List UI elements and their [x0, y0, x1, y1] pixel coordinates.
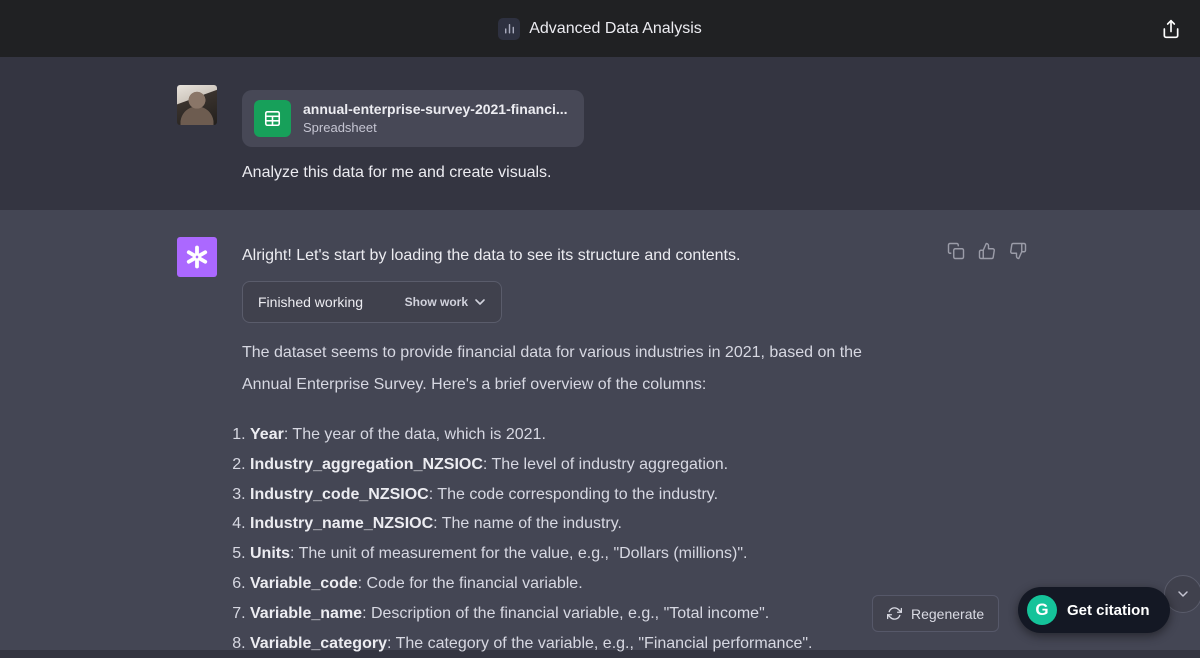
chevron-down-icon	[472, 294, 488, 310]
thumbs-down-button[interactable]	[1009, 242, 1027, 260]
list-item: Units: The unit of measurement for the v…	[250, 539, 921, 569]
regenerate-label: Regenerate	[911, 606, 984, 622]
share-icon	[1161, 19, 1181, 39]
column-desc: : The level of industry aggregation.	[483, 456, 728, 473]
column-term: Variable_code	[250, 575, 358, 592]
column-term: Variable_name	[250, 605, 362, 622]
chevron-down-icon	[1175, 586, 1191, 602]
column-desc: : The year of the data, which is 2021.	[284, 426, 546, 443]
assistant-intro-text: Alright! Let's start by loading the data…	[242, 244, 892, 268]
openai-knot-icon	[184, 244, 210, 270]
column-desc: : Description of the financial variable,…	[362, 605, 769, 622]
column-desc: : The code corresponding to the industry…	[429, 486, 718, 503]
assistant-avatar	[177, 237, 217, 277]
column-desc: : Code for the financial variable.	[358, 575, 583, 592]
get-citation-label: Get citation	[1067, 602, 1150, 619]
column-desc: : The unit of measurement for the value,…	[290, 545, 747, 562]
column-term: Units	[250, 545, 290, 562]
attachment-filetype: Spreadsheet	[303, 120, 377, 135]
user-message: annual-enterprise-survey-2021-financi...…	[0, 57, 1200, 210]
assistant-message: Alright! Let's start by loading the data…	[0, 210, 1200, 650]
overview-paragraph: The dataset seems to provide financial d…	[242, 337, 910, 401]
spreadsheet-icon	[254, 100, 291, 137]
column-term: Industry_aggregation_NZSIOC	[250, 456, 483, 473]
share-button[interactable]	[1158, 16, 1184, 42]
column-term: Industry_code_NZSIOC	[250, 486, 429, 503]
message-actions	[947, 242, 1027, 260]
list-item: Variable_name: Description of the financ…	[250, 599, 921, 629]
list-item: Industry_code_NZSIOC: The code correspon…	[250, 480, 921, 510]
status-label: Finished working	[258, 294, 363, 310]
show-work-label: Show work	[405, 295, 468, 309]
page-title: Advanced Data Analysis	[498, 18, 702, 40]
attachment-meta: annual-enterprise-survey-2021-financi...…	[303, 101, 572, 137]
thumbs-up-button[interactable]	[978, 242, 996, 260]
attachment-filename: annual-enterprise-survey-2021-financi...	[303, 101, 568, 117]
list-item: Year: The year of the data, which is 202…	[250, 420, 921, 450]
page-title-label: Advanced Data Analysis	[529, 20, 702, 38]
column-term: Year	[250, 426, 284, 443]
column-term: Industry_name_NZSIOC	[250, 515, 433, 532]
list-item: Variable_code: Code for the financial va…	[250, 569, 921, 599]
thumb-down-icon	[1009, 242, 1027, 260]
column-desc: : The category of the variable, e.g., "F…	[387, 635, 813, 652]
show-work-control: Show work	[405, 294, 488, 310]
refresh-icon	[887, 606, 902, 621]
regenerate-button[interactable]: Regenerate	[872, 595, 999, 632]
clipboard-icon	[947, 242, 965, 260]
column-term: Variable_category	[250, 635, 387, 652]
get-citation-button[interactable]: G Get citation	[1018, 587, 1170, 633]
finished-working-toggle[interactable]: Finished working Show work	[242, 281, 502, 323]
advanced-data-analysis-icon	[498, 18, 520, 40]
columns-list: Year: The year of the data, which is 202…	[221, 420, 921, 658]
copy-button[interactable]	[947, 242, 965, 260]
column-desc: : The name of the industry.	[433, 515, 622, 532]
grammarly-g-icon: G	[1027, 595, 1057, 625]
attachment-card[interactable]: annual-enterprise-survey-2021-financi...…	[242, 90, 584, 147]
user-message-text: Analyze this data for me and create visu…	[242, 164, 552, 182]
list-item: Variable_category: The category of the v…	[250, 629, 921, 658]
thumb-up-icon	[978, 242, 996, 260]
top-bar: Advanced Data Analysis	[0, 0, 1200, 57]
user-avatar	[177, 85, 217, 125]
list-item: Industry_aggregation_NZSIOC: The level o…	[250, 450, 921, 480]
list-item: Industry_name_NZSIOC: The name of the in…	[250, 509, 921, 539]
